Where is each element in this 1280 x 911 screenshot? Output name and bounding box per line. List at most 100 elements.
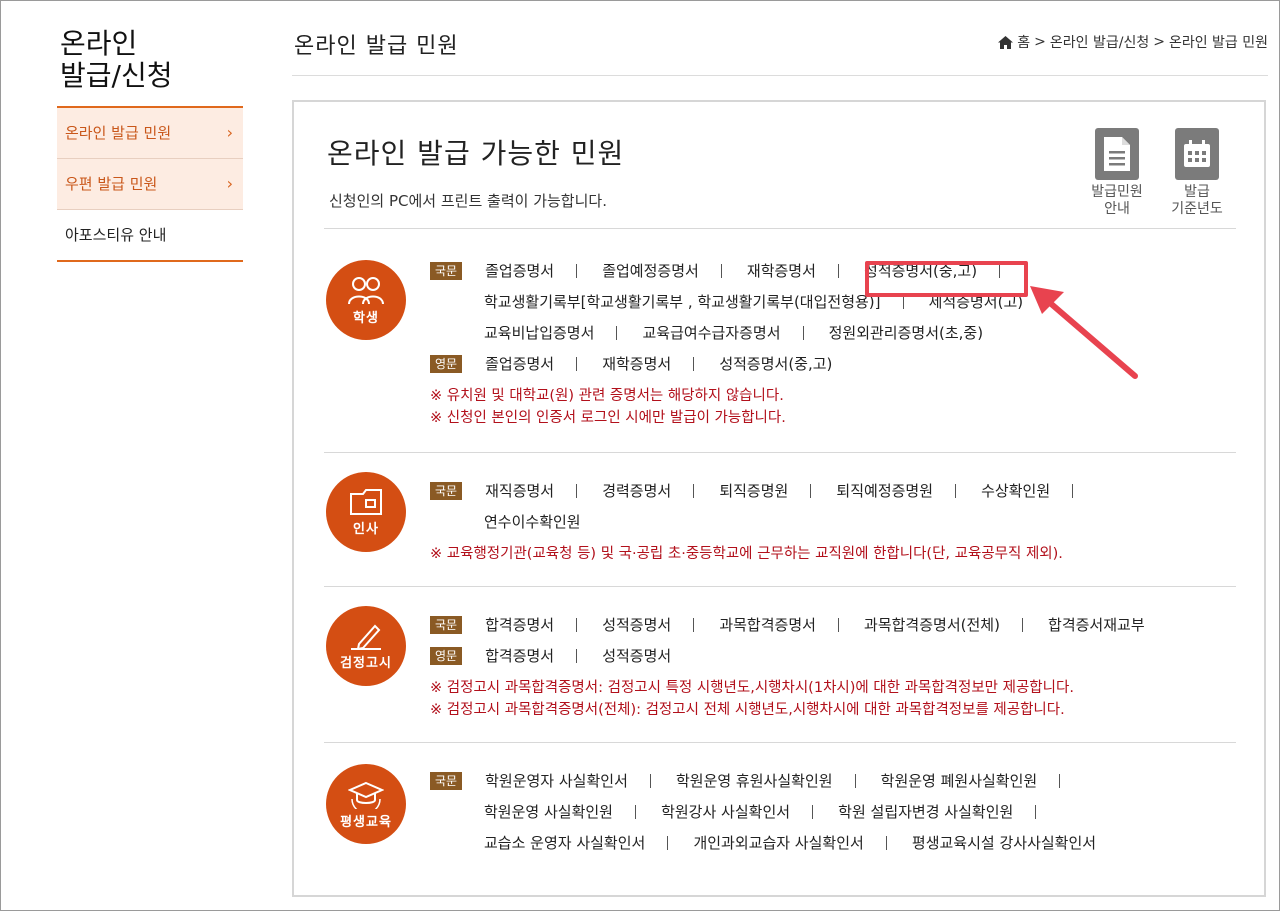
doc-row: 영문 합격증명서 성적증명서 (430, 645, 1145, 676)
sidebar-title-line2: 발급/신청 (60, 59, 173, 92)
doc-link[interactable]: 재학증명서 (747, 260, 816, 281)
doc-link[interactable]: 학원운영 사실확인원 (484, 801, 613, 822)
divider (837, 617, 839, 632)
divider (576, 648, 578, 663)
chevron-right-icon: › (226, 174, 233, 193)
annotation-arrow-icon (1030, 286, 1138, 379)
doc-link[interactable]: 학원운영 휴원사실확인원 (676, 770, 833, 791)
korean-badge: 국문 (430, 261, 462, 280)
sidebar-item-postal-issuance[interactable]: 우편 발급 민원 › (57, 159, 243, 210)
tool-label-line1: 발급 (1184, 184, 1210, 200)
breadcrumb-separator: > (1153, 34, 1165, 50)
doc-row: 영문 졸업증명서 재학증명서 성적증명서(중,고) (430, 353, 1066, 384)
home-icon[interactable] (998, 35, 1014, 49)
sidebar-item-label: 아포스티유 안내 (65, 226, 167, 244)
issuance-guide-button[interactable]: 발급민원 안내 (1082, 128, 1152, 218)
doc-link[interactable]: 합격증서재교부 (1048, 614, 1145, 635)
breadcrumb: 홈 > 온라인 발급/신청 > 온라인 발급 민원 (998, 32, 1268, 52)
doc-link[interactable]: 합격증명서 (485, 645, 554, 666)
breadcrumb-home[interactable]: 홈 (1017, 32, 1030, 52)
doc-link[interactable]: 교육급여수급자증명서 (643, 322, 781, 343)
divider (576, 483, 578, 498)
main-subtitle: 신청인의 PC에서 프린트 출력이 가능합니다. (329, 192, 607, 210)
korean-badge: 국문 (430, 481, 462, 500)
doc-link[interactable]: 합격증명서 (485, 614, 554, 635)
doc-link[interactable]: 학원운영자 사실확인서 (485, 770, 628, 791)
pencil-icon: 검정고시 (326, 606, 406, 686)
doc-link[interactable]: 평생교육시설 강사사실확인서 (912, 832, 1096, 853)
doc-link[interactable]: 재학증명서 (602, 353, 671, 374)
doc-link[interactable]: 성적증명서 (602, 645, 671, 666)
doc-row: 교육비납입증명서 교육급여수급자증명서 정원외관리증명서(초,중) (430, 322, 1066, 353)
section-divider (324, 742, 1236, 743)
doc-link[interactable]: 퇴직예정증명원 (836, 480, 933, 501)
breadcrumb-online-issuance[interactable]: 온라인 발급/신청 (1050, 32, 1149, 52)
english-badge: 영문 (430, 646, 462, 665)
divider (885, 835, 887, 850)
tool-label-line2: 기준년도 (1171, 201, 1223, 217)
divider (693, 483, 695, 498)
tool-label-line1: 발급민원 (1091, 184, 1143, 200)
divider (837, 263, 839, 278)
doc-row: 교습소 운영자 사실확인서 개인과외교습자 사실확인서 평생교육시설 강사사실확… (430, 832, 1096, 863)
english-badge: 영문 (430, 354, 462, 373)
doc-link[interactable]: 졸업증명서 (485, 260, 554, 281)
doc-link[interactable]: 과목합격증명서(전체) (864, 614, 1000, 635)
students-icon: 학생 (326, 260, 406, 340)
divider (576, 356, 578, 371)
divider (667, 835, 669, 850)
doc-link[interactable]: 경력증명서 (602, 480, 671, 501)
sidebar-item-label: 우편 발급 민원 (65, 175, 158, 193)
doc-row: 학원운영 사실확인원 학원강사 사실확인서 학원 설립자변경 사실확인원 (430, 801, 1096, 832)
sidebar-item-online-issuance[interactable]: 온라인 발급 민원 › (57, 108, 243, 159)
doc-link[interactable]: 퇴직증명원 (719, 480, 788, 501)
section-divider (324, 586, 1236, 587)
divider (649, 773, 651, 788)
highlight-box (865, 261, 1028, 297)
sidebar-title-line1: 온라인 (60, 27, 138, 60)
doc-row: 국문 재직증명서 경력증명서 퇴직증명원 퇴직예정증명원 수상확인원 (430, 480, 1093, 511)
divider (576, 617, 578, 632)
doc-link[interactable]: 성적증명서 (602, 614, 671, 635)
doc-link[interactable]: 졸업증명서 (485, 353, 554, 374)
notice-text: ※ 신청인 본인의 인증서 로그인 시에만 발급이 가능합니다. (430, 410, 786, 426)
divider (616, 325, 618, 340)
doc-link[interactable]: 학원강사 사실확인서 (661, 801, 790, 822)
divider (802, 325, 804, 340)
folder-icon: 인사 (326, 472, 406, 552)
divider (1035, 804, 1037, 819)
doc-link[interactable]: 연수이수확인원 (484, 511, 581, 532)
graduation-cap-icon: 평생교육 (326, 764, 406, 844)
page-title: 온라인 발급 민원 (294, 34, 459, 59)
doc-link[interactable]: 졸업예정증명서 (602, 260, 699, 281)
breadcrumb-separator: > (1034, 34, 1046, 50)
korean-badge: 국문 (430, 771, 462, 790)
doc-link[interactable]: 개인과외교습자 사실확인서 (693, 832, 863, 853)
doc-link[interactable]: 재직증명서 (485, 480, 554, 501)
sidebar-item-apostille[interactable]: 아포스티유 안내 (57, 210, 243, 260)
document-icon (1095, 128, 1139, 180)
doc-link[interactable]: 성적증명서(중,고) (719, 353, 832, 374)
doc-link[interactable]: 교육비납입증명서 (484, 322, 594, 343)
divider (576, 263, 578, 278)
notice-text: ※ 교육행정기관(교육청 등) 및 국·공립 초·중등학교에 근무하는 교직원에… (430, 546, 1063, 562)
sidebar-menu: 온라인 발급 민원 › 우편 발급 민원 › 아포스티유 안내 (57, 106, 243, 262)
issuance-base-year-button[interactable]: 발급 기준년도 (1162, 128, 1232, 218)
notice-text: ※ 검정고시 과목합격증명서: 검정고시 특정 시행년도,시행차시(1차시)에 … (430, 680, 1074, 696)
divider (634, 804, 636, 819)
doc-link[interactable]: 과목합격증명서 (719, 614, 816, 635)
doc-link[interactable]: 정원외관리증명서(초,중) (829, 322, 983, 343)
korean-badge: 국문 (430, 615, 462, 634)
divider (693, 617, 695, 632)
section-icon-label: 인사 (353, 521, 379, 537)
doc-link[interactable]: 학교생활기록부[학교생활기록부 , 학교생활기록부(대입전형용)] (484, 291, 881, 312)
doc-link[interactable]: 학원 설립자변경 사실확인원 (838, 801, 1013, 822)
divider (955, 483, 957, 498)
divider (693, 356, 695, 371)
section-divider (324, 452, 1236, 453)
doc-link[interactable]: 교습소 운영자 사실확인서 (484, 832, 645, 853)
sidebar-title: 온라인 발급/신청 (60, 28, 172, 92)
divider (1021, 617, 1023, 632)
doc-link[interactable]: 학원운영 폐원사실확인원 (881, 770, 1038, 791)
doc-link[interactable]: 수상확인원 (981, 480, 1050, 501)
